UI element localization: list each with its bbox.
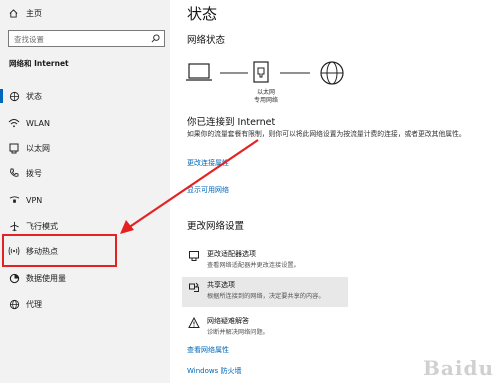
ethernet-label: 以太网 专用网络 (252, 89, 280, 105)
vpn-icon (8, 194, 20, 206)
option-description: 根据所连接到的网络，决定要共享的内容。 (207, 293, 325, 300)
globe-status-icon (8, 90, 20, 102)
globe-icon (8, 298, 20, 310)
adapter-options-item[interactable]: 更改适配器选项 查看网络适配器并更改连接设置。 (182, 246, 348, 276)
sidebar-item-label: 拨号 (26, 168, 42, 178)
search-input[interactable]: 查找设置 (8, 30, 165, 47)
connection-description: 如果你的流量套餐有限制，则你可以将此网络设置为按流量计费的连接，或者更改其他属性… (187, 130, 466, 138)
sidebar: 主页 查找设置 网络和 Internet 状态 WLAN 以太网 拨号 VPN … (0, 0, 170, 383)
sidebar-item-wlan[interactable]: WLAN (0, 111, 170, 135)
option-title: 更改适配器选项 (207, 250, 256, 258)
view-network-properties-link[interactable]: 查看网络属性 (187, 345, 229, 355)
sidebar-item-label: 飞行模式 (26, 221, 58, 231)
option-description: 查看网络适配器并更改连接设置。 (207, 262, 300, 269)
ethernet-label-type: 专用网络 (253, 97, 278, 104)
search-placeholder: 查找设置 (14, 35, 44, 44)
home-link[interactable]: 主页 (9, 8, 42, 19)
change-connection-properties-link[interactable]: 更改连接属性 (187, 158, 229, 168)
sidebar-item-label: 代理 (26, 299, 42, 309)
sidebar-item-vpn[interactable]: VPN (0, 188, 170, 212)
sidebar-item-status[interactable]: 状态 (0, 84, 170, 108)
annotation-highlight-box (2, 234, 117, 267)
show-available-networks-link[interactable]: 显示可用网络 (187, 185, 229, 195)
sidebar-item-label: VPN (26, 195, 43, 205)
home-label: 主页 (26, 9, 42, 18)
ethernet-icon (8, 142, 20, 154)
sidebar-item-ethernet[interactable]: 以太网 (0, 136, 170, 160)
sidebar-item-proxy[interactable]: 代理 (0, 292, 170, 316)
windows-firewall-link[interactable]: Windows 防火墙 (187, 366, 241, 376)
sidebar-item-label: 状态 (26, 91, 42, 101)
wifi-icon (8, 117, 20, 129)
section-title: 网络和 Internet (9, 59, 69, 68)
page-title: 状态 (187, 5, 218, 23)
airplane-icon (8, 220, 20, 232)
change-network-settings-heading: 更改网络设置 (187, 221, 245, 232)
network-status-heading: 网络状态 (187, 35, 226, 46)
adapter-icon (189, 251, 199, 261)
warning-icon (188, 317, 200, 328)
internet-globe-icon (320, 61, 344, 85)
sharing-options-item[interactable]: 共享选项 根据所连接到的网络，决定要共享的内容。 (182, 277, 348, 307)
main-panel: 状态 网络状态 以太网 专用网络 你已连接到 Internet 如果你的流量套餐… (170, 0, 500, 383)
home-icon (9, 9, 18, 18)
option-title: 网络疑难解答 (207, 317, 249, 325)
laptop-icon (186, 63, 212, 81)
connected-heading: 你已连接到 Internet (187, 117, 276, 128)
sharing-icon (189, 282, 199, 292)
sidebar-item-data-usage[interactable]: 数据使用量 (0, 266, 170, 290)
sidebar-item-label: 数据使用量 (26, 273, 66, 283)
data-usage-icon (8, 272, 20, 284)
network-troubleshooter-item[interactable]: 网络疑难解答 诊断并解决网络问题。 (182, 313, 348, 343)
phone-icon (8, 167, 20, 179)
ethernet-label-name: 以太网 (256, 89, 275, 96)
search-icon[interactable] (151, 34, 160, 43)
ethernet-port-icon (253, 61, 269, 83)
sidebar-item-label: 以太网 (26, 143, 50, 153)
sidebar-item-dialup[interactable]: 拨号 (0, 161, 170, 185)
baidu-watermark: Baidu (423, 356, 494, 380)
option-description: 诊断并解决网络问题。 (207, 329, 269, 336)
sidebar-item-label: WLAN (26, 118, 51, 128)
option-title: 共享选项 (207, 281, 235, 289)
